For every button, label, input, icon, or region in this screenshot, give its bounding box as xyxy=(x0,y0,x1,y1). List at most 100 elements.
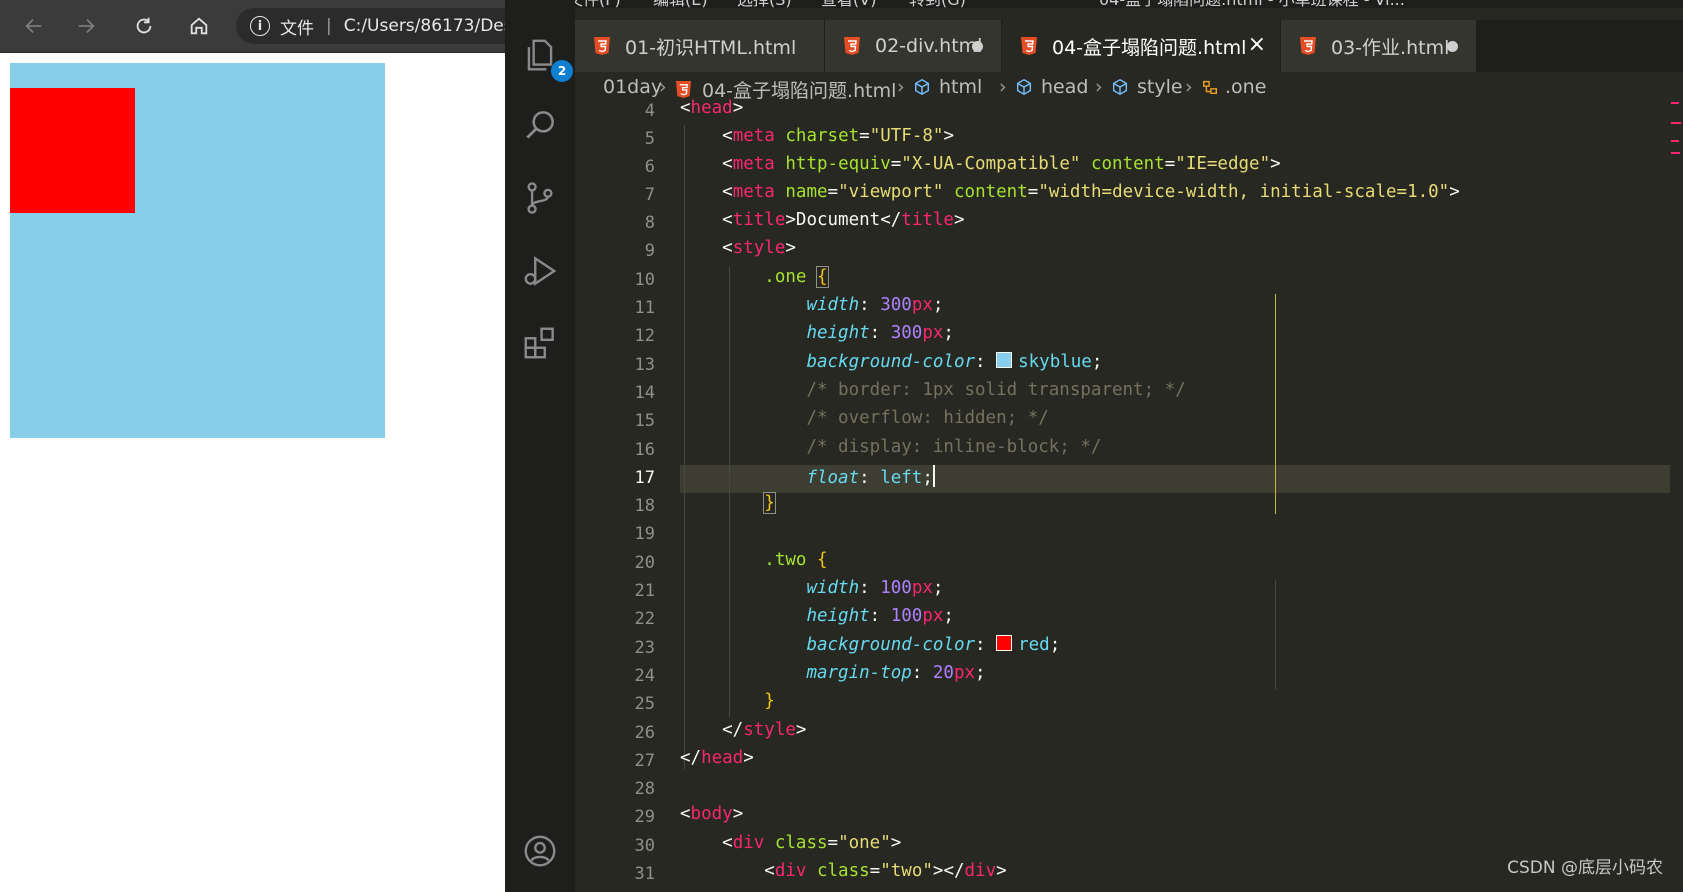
div-one-skyblue-box xyxy=(10,63,385,438)
line-number: 31 xyxy=(634,864,655,884)
code-line: } xyxy=(764,691,775,711)
browser-window: i 文件 | C:/Users/86173/Desk xyxy=(0,0,526,892)
line-number: 9 xyxy=(644,241,655,261)
chevron-right-icon: › xyxy=(1185,76,1193,98)
indent-guide xyxy=(1275,580,1276,690)
menu-file[interactable]: 文件(F) xyxy=(567,0,621,10)
unsaved-dot-icon[interactable] xyxy=(1447,41,1458,52)
breadcrumb-head[interactable]: head xyxy=(1015,76,1088,98)
code-line: width: 300px; xyxy=(806,295,944,315)
indent-guide-active xyxy=(1275,294,1276,514)
source-control-button[interactable] xyxy=(515,173,565,223)
code-line-current: float: left; xyxy=(680,465,935,493)
run-debug-button[interactable] xyxy=(515,246,565,296)
tab-03-homework[interactable]: 03-作业.html xyxy=(1281,20,1477,72)
browser-toolbar: i 文件 | C:/Users/86173/Desk xyxy=(0,0,526,53)
line-number: 24 xyxy=(634,666,655,686)
unsaved-dot-icon[interactable] xyxy=(972,41,983,52)
source-control-icon xyxy=(527,182,553,214)
code-line: <meta http-equiv="X-UA-Compatible" conte… xyxy=(680,154,1281,174)
line-number: 30 xyxy=(634,836,655,856)
breadcrumb-selector[interactable]: .one xyxy=(1201,76,1266,98)
forward-button[interactable] xyxy=(70,10,102,42)
address-bar[interactable]: i 文件 | C:/Users/86173/Desk xyxy=(236,8,526,44)
code-line: /* overflow: hidden; */ xyxy=(806,408,1049,428)
tab-label: 04-盒子塌陷问题.html xyxy=(1052,36,1247,59)
line-number: 19 xyxy=(634,524,655,544)
line-number: 29 xyxy=(634,807,655,827)
vscode-window: 文件(F) 编辑(E) 选择(S) 查看(V) 转到(G) 04-盒子塌陷问题.… xyxy=(505,0,1683,892)
tab-04-box-collapse[interactable]: 04-盒子塌陷问题.html × xyxy=(1002,20,1281,72)
reload-button[interactable] xyxy=(128,10,160,42)
code-line: /* border: 1px solid transparent; */ xyxy=(806,380,1186,400)
breadcrumb-folder[interactable]: 01day xyxy=(603,76,662,98)
line-number-current: 17 xyxy=(634,468,655,488)
code-line: </head> xyxy=(680,748,754,768)
line-number: 8 xyxy=(644,213,655,233)
line-number: 25 xyxy=(634,694,655,714)
symbol-class-icon xyxy=(1202,80,1218,95)
home-button[interactable] xyxy=(183,10,215,42)
line-number: 14 xyxy=(634,383,655,403)
tab-02-div[interactable]: 02-div.html xyxy=(825,20,1002,72)
line-number: 21 xyxy=(634,581,655,601)
close-icon[interactable]: × xyxy=(1248,32,1266,57)
code-line: background-color: skyblue; xyxy=(806,352,1103,372)
code-line: width: 100px; xyxy=(806,578,944,598)
html5-icon xyxy=(1300,37,1316,55)
back-button[interactable] xyxy=(18,10,50,42)
line-number: 4 xyxy=(644,101,655,121)
address-path: C:/Users/86173/Desk xyxy=(343,16,523,36)
symbol-cube-icon xyxy=(1112,78,1128,96)
extensions-button[interactable] xyxy=(515,318,565,368)
explorer-button[interactable]: 2 xyxy=(515,30,573,82)
menu-view[interactable]: 查看(V) xyxy=(821,0,876,10)
code-line: <head> xyxy=(680,98,744,118)
menu-selection[interactable]: 选择(S) xyxy=(737,0,792,10)
extensions-icon xyxy=(524,327,554,359)
code-line: .one { xyxy=(764,266,829,288)
line-number: 15 xyxy=(634,411,655,431)
breadcrumb-html[interactable]: html xyxy=(913,76,982,98)
line-number: 20 xyxy=(634,553,655,573)
text-cursor xyxy=(932,465,935,487)
forward-arrow-icon xyxy=(78,18,95,34)
accounts-button[interactable] xyxy=(515,826,565,876)
code-line: .two { xyxy=(764,550,828,570)
breadcrumb-style[interactable]: style xyxy=(1111,76,1183,98)
menu-bar: 文件(F) 编辑(E) 选择(S) 查看(V) 转到(G) 04-盒子塌陷问题.… xyxy=(505,0,1683,10)
search-button[interactable] xyxy=(515,100,565,150)
reload-icon xyxy=(136,17,152,34)
line-number: 22 xyxy=(634,609,655,629)
tab-label: 01-初识HTML.html xyxy=(625,36,797,59)
run-debug-icon xyxy=(524,256,557,286)
line-number: 10 xyxy=(634,270,655,290)
info-icon[interactable]: i xyxy=(250,16,270,36)
code-line: <title>Document</title> xyxy=(680,210,965,230)
color-swatch-icon[interactable] xyxy=(996,635,1013,651)
home-icon xyxy=(190,17,208,35)
minimap[interactable] xyxy=(1669,100,1683,180)
code-line: <style> xyxy=(680,238,796,258)
line-number: 16 xyxy=(634,440,655,460)
code-line: } xyxy=(763,492,776,514)
tab-01-html[interactable]: 01-初识HTML.html xyxy=(575,20,825,72)
symbol-cube-icon xyxy=(914,78,930,96)
code-line: height: 300px; xyxy=(806,323,954,343)
csdn-watermark: CSDN @底层小码农 xyxy=(1507,858,1663,878)
search-icon xyxy=(526,111,554,139)
code-line: background-color: red; xyxy=(806,635,1061,655)
html5-icon xyxy=(1021,37,1037,55)
chevron-right-icon: › xyxy=(659,76,667,98)
menu-go[interactable]: 转到(G) xyxy=(909,0,966,10)
html5-icon xyxy=(594,37,610,55)
line-number: 13 xyxy=(634,355,655,375)
line-number: 27 xyxy=(634,751,655,771)
chevron-right-icon: › xyxy=(897,76,905,98)
breadcrumb-head-label: head xyxy=(1041,76,1089,98)
menu-edit[interactable]: 编辑(E) xyxy=(653,0,708,10)
account-icon xyxy=(524,835,556,867)
color-swatch-icon[interactable] xyxy=(996,352,1013,368)
